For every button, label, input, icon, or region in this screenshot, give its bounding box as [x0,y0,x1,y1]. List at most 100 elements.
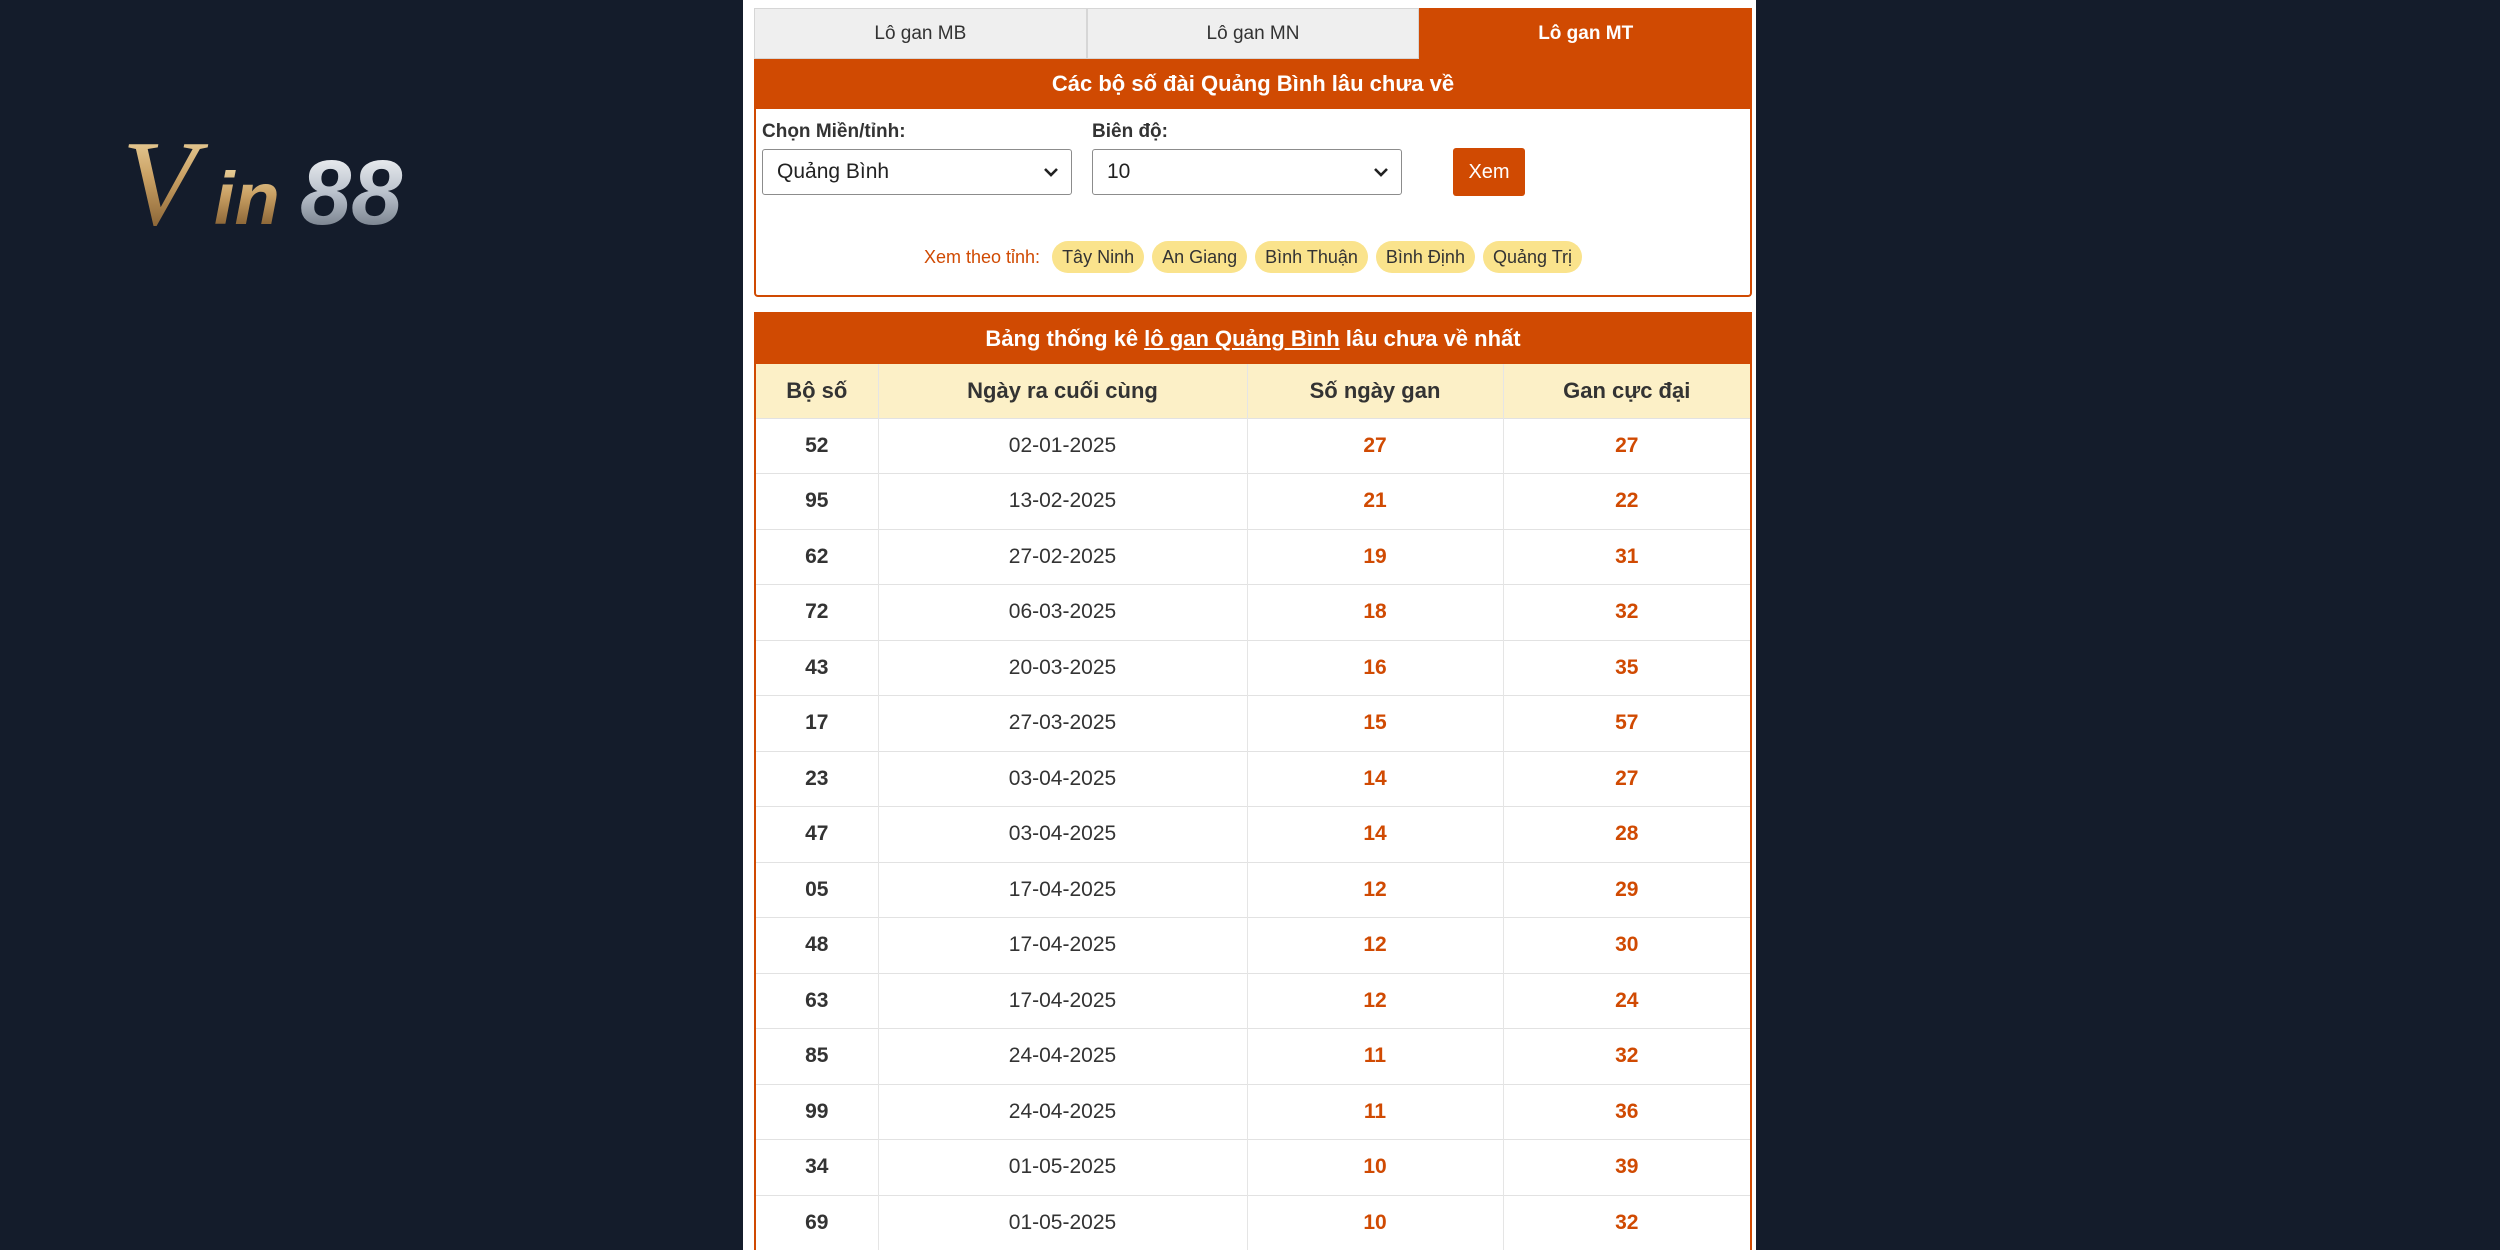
cell-so-ngay-gan: 14 [1247,806,1504,862]
cell-ngay-ra: 20-03-2025 [878,639,1248,696]
cell-bo-so: 95 [756,473,879,529]
cell-so-ngay-gan: 12 [1247,972,1504,1029]
cell-bo-so: 72 [756,584,879,640]
cell-gan-cuc-dai: 32 [1503,1194,1750,1250]
cell-so-ngay-gan: 14 [1247,750,1504,807]
cell-bo-so: 63 [756,972,879,1029]
cell-bo-so: 23 [756,750,879,807]
table-row: 34 01-05-2025 10 39 [756,1139,1750,1195]
cell-so-ngay-gan: 10 [1247,1139,1504,1195]
svg-text:V: V [122,116,209,236]
cell-gan-cuc-dai: 22 [1503,473,1750,529]
cell-ngay-ra: 24-04-2025 [878,1083,1248,1140]
header-ngay-ra: Ngày ra cuối cùng [878,364,1248,418]
cell-bo-so: 48 [756,917,879,973]
cell-bo-so: 43 [756,639,879,696]
table-row: 05 17-04-2025 12 29 [756,861,1750,918]
tab-lo-gan-mb[interactable]: Lô gan MB [754,8,1087,59]
table-body: 52 02-01-2025 27 27 95 13-02-2025 21 22 62 27-02-… [756,417,1750,1250]
chip-tay-ninh[interactable]: Tây Ninh [1052,241,1145,273]
cell-so-ngay-gan: 12 [1247,861,1504,918]
cell-gan-cuc-dai: 24 [1503,972,1750,1029]
cell-ngay-ra: 17-04-2025 [878,972,1248,1029]
range-select-value: 10 [1107,160,1131,183]
table-row: 17 27-03-2025 15 57 [756,695,1750,751]
cell-so-ngay-gan: 10 [1247,1194,1504,1250]
cell-gan-cuc-dai: 31 [1503,528,1750,585]
table-row: 69 01-05-2025 10 32 [756,1194,1750,1250]
cell-ngay-ra: 01-05-2025 [878,1139,1248,1195]
cell-bo-so: 47 [756,806,879,862]
cell-gan-cuc-dai: 27 [1503,417,1750,474]
header-bo-so: Bộ số [756,364,879,418]
table-row: 48 17-04-2025 12 30 [756,917,1750,973]
cell-ngay-ra: 17-04-2025 [878,861,1248,918]
range-label: Biên độ: [1092,121,1168,142]
table-header-row: Bộ số Ngày ra cuối cùng Số ngày gan Gan … [756,364,1750,418]
table-row: 43 20-03-2025 16 35 [756,639,1750,696]
cell-ngay-ra: 17-04-2025 [878,917,1248,973]
cell-gan-cuc-dai: 32 [1503,584,1750,640]
lo-gan-tabs: Lô gan MB Lô gan MN Lô gan MT [754,8,1753,59]
cell-bo-so: 05 [756,861,879,918]
cell-so-ngay-gan: 11 [1247,1028,1504,1084]
cell-bo-so: 17 [756,695,879,751]
tab-lo-gan-mt[interactable]: Lô gan MT [1419,8,1753,59]
chip-binh-dinh[interactable]: Bình Định [1375,241,1475,273]
chips-label: Xem theo tỉnh: [923,246,1041,267]
cell-gan-cuc-dai: 29 [1503,861,1750,918]
svg-text:88: 88 [300,142,403,236]
cell-so-ngay-gan: 15 [1247,695,1504,751]
stats-box: Bảng thống kê lô gan Quảng Bình lâu chưa… [754,312,1752,1250]
lo-gan-table: Bộ số Ngày ra cuối cùng Số ngày gan Gan … [756,364,1750,1250]
stats-title-suffix: lâu chưa về nhất [1345,326,1521,351]
table-row: 72 06-03-2025 18 32 [756,584,1750,640]
stats-title-link[interactable]: lô gan Quảng Bình [1144,326,1340,352]
chevron-down-icon [1374,168,1388,177]
vin88-logo: V in 88 [122,116,403,236]
cell-bo-so: 34 [756,1139,879,1195]
cell-gan-cuc-dai: 36 [1503,1083,1750,1140]
cell-gan-cuc-dai: 27 [1503,750,1750,807]
tab-lo-gan-mn[interactable]: Lô gan MN [1086,8,1420,59]
cell-so-ngay-gan: 19 [1247,528,1504,585]
xem-button[interactable]: Xem [1453,148,1525,196]
header-so-ngay-gan: Số ngày gan [1247,364,1504,418]
cell-ngay-ra: 06-03-2025 [878,584,1248,640]
table-row: 47 03-04-2025 14 28 [756,806,1750,862]
cell-ngay-ra: 03-04-2025 [878,750,1248,807]
cell-gan-cuc-dai: 28 [1503,806,1750,862]
table-row: 95 13-02-2025 21 22 [756,473,1750,529]
cell-so-ngay-gan: 21 [1247,473,1504,529]
cell-ngay-ra: 01-05-2025 [878,1194,1248,1250]
chevron-down-icon [1044,168,1058,177]
header-gan-cuc-dai: Gan cực đại [1503,364,1750,418]
province-select-value: Quảng Bình [777,160,890,183]
cell-gan-cuc-dai: 32 [1503,1028,1750,1084]
table-row: 85 24-04-2025 11 32 [756,1028,1750,1084]
cell-so-ngay-gan: 18 [1247,584,1504,640]
chip-quang-tri[interactable]: Quảng Trị [1482,241,1583,273]
table-row: 62 27-02-2025 19 31 [756,528,1750,585]
range-select[interactable]: 10 [1092,149,1402,195]
cell-gan-cuc-dai: 39 [1503,1139,1750,1195]
cell-bo-so: 62 [756,528,879,585]
table-row: 99 24-04-2025 11 36 [756,1083,1750,1140]
cell-so-ngay-gan: 12 [1247,917,1504,973]
stats-title-prefix: Bảng thống kê [985,326,1139,351]
stats-title: Bảng thống kê lô gan Quảng Bình lâu chưa… [756,314,1750,364]
table-row: 63 17-04-2025 12 24 [756,972,1750,1029]
filter-title: Các bộ số đài Quảng Bình lâu chưa về [756,59,1750,109]
cell-gan-cuc-dai: 35 [1503,639,1750,696]
cell-so-ngay-gan: 11 [1247,1083,1504,1140]
cell-gan-cuc-dai: 57 [1503,695,1750,751]
cell-so-ngay-gan: 16 [1247,639,1504,696]
cell-ngay-ra: 02-01-2025 [878,417,1248,474]
chip-an-giang[interactable]: An Giang [1152,241,1248,273]
cell-bo-so: 52 [756,417,879,474]
cell-bo-so: 99 [756,1083,879,1140]
chip-binh-thuan[interactable]: Bình Thuận [1255,241,1368,273]
table-row: 23 03-04-2025 14 27 [756,750,1750,807]
cell-ngay-ra: 27-02-2025 [878,528,1248,585]
province-select[interactable]: Quảng Bình [762,149,1072,195]
